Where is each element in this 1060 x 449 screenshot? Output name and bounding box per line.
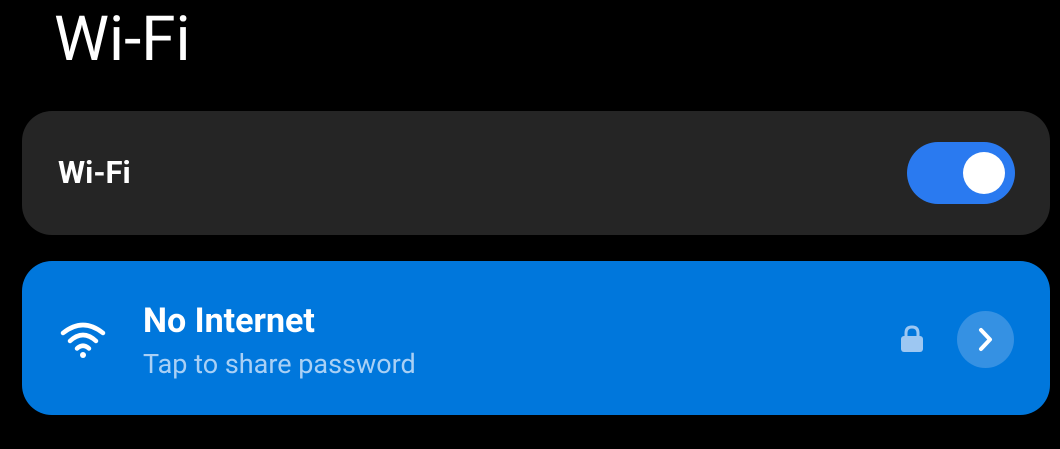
wifi-signal-icon xyxy=(60,322,106,358)
switch-knob xyxy=(963,152,1005,194)
wifi-toggle-label: Wi-Fi xyxy=(58,154,131,191)
lock-icon xyxy=(901,325,923,352)
connected-network-card[interactable]: No Internet Tap to share password xyxy=(22,261,1050,415)
network-name: No Internet xyxy=(143,301,315,341)
chevron-right-icon xyxy=(979,328,992,351)
network-details-button[interactable] xyxy=(957,311,1014,368)
network-status: Tap to share password xyxy=(143,348,416,380)
page-title: Wi-Fi xyxy=(54,3,191,76)
wifi-toggle-switch[interactable] xyxy=(907,142,1015,204)
wifi-toggle-row[interactable]: Wi-Fi xyxy=(22,111,1050,235)
